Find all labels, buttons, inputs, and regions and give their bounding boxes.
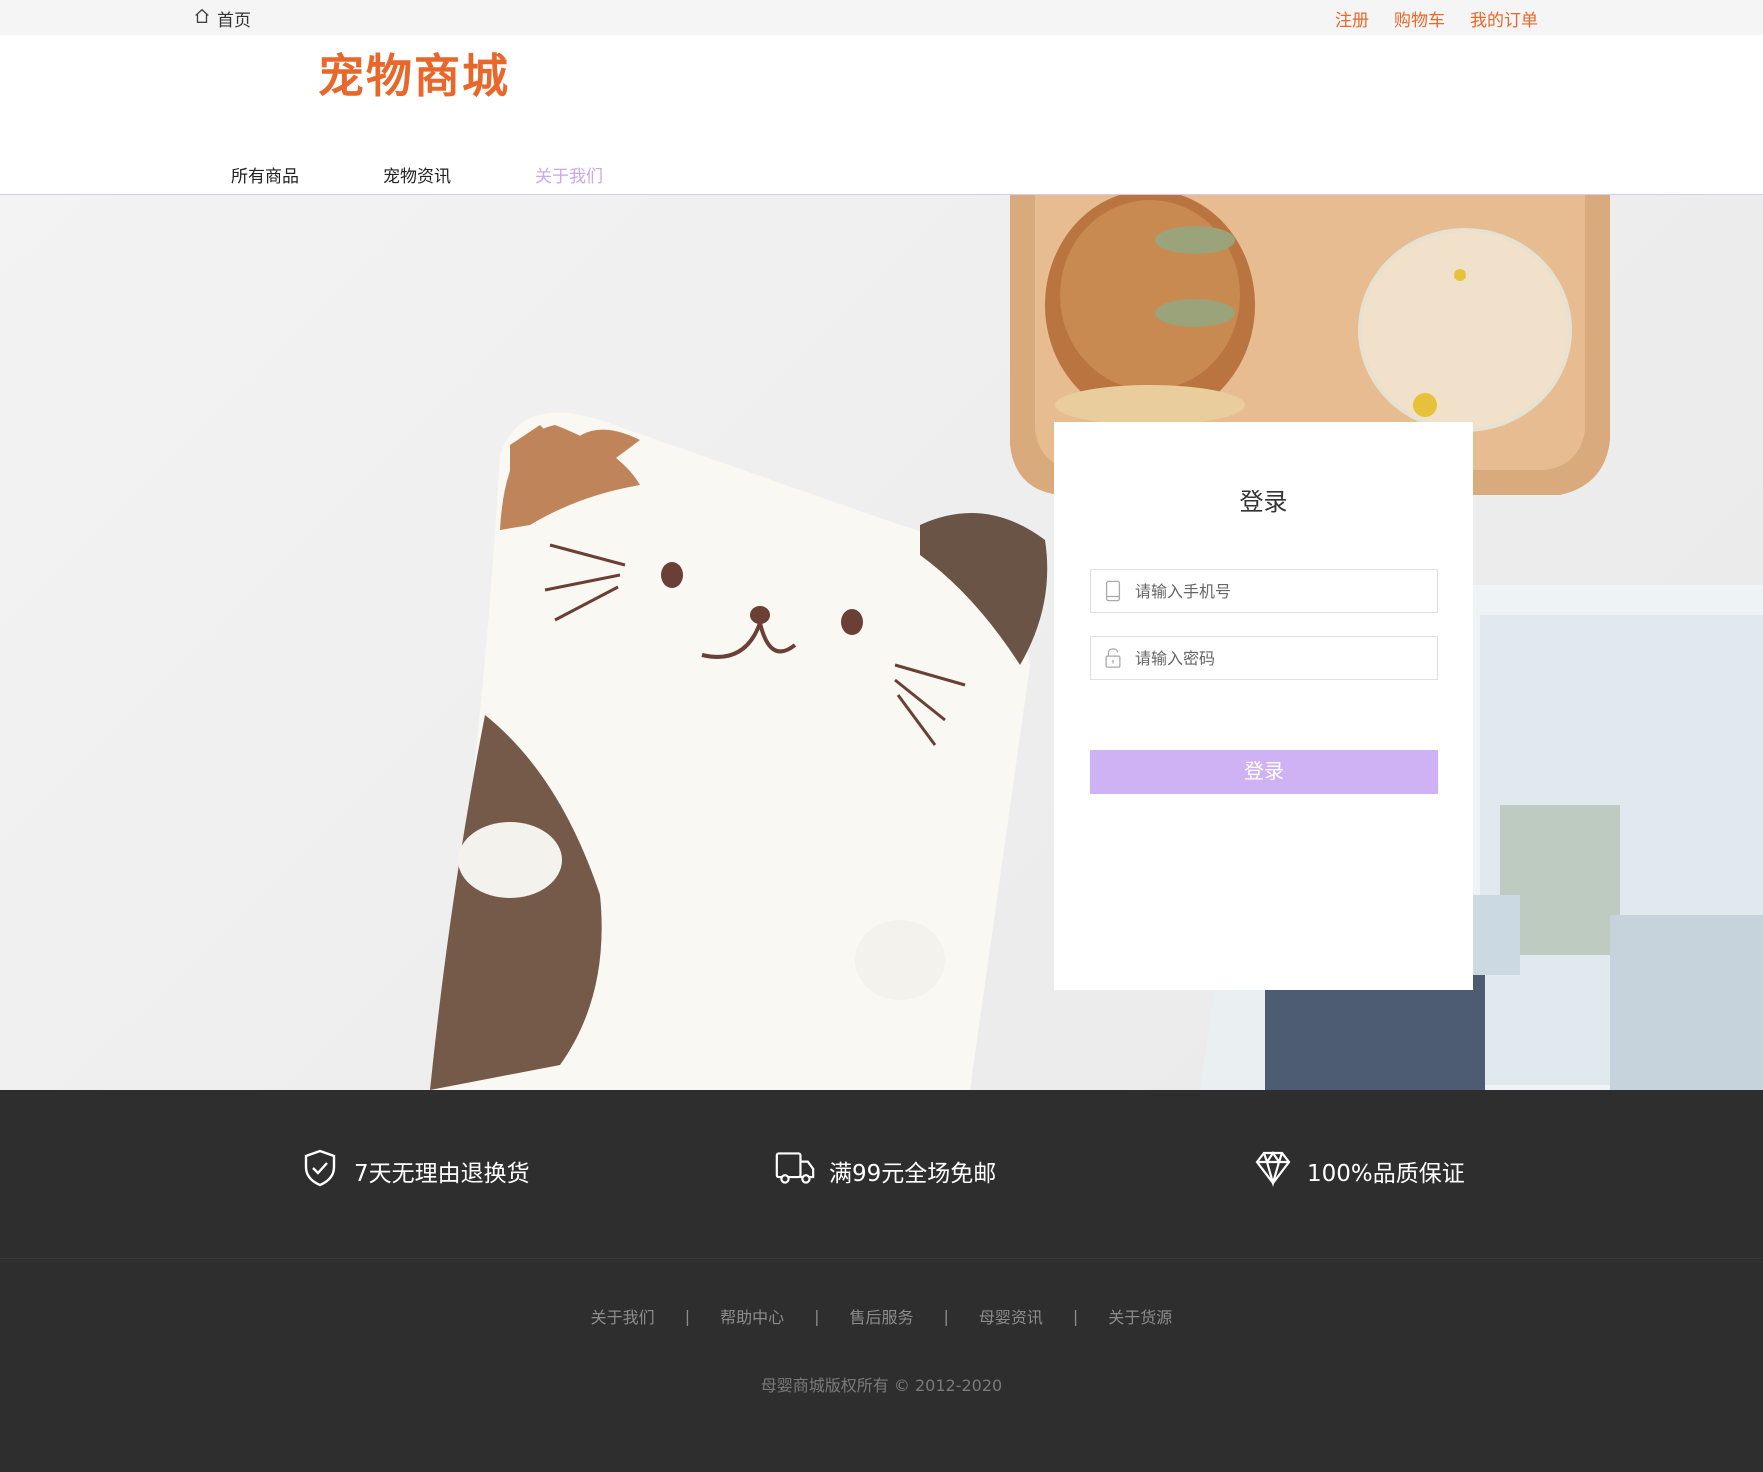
login-card: 登录 登录 [1054, 422, 1473, 990]
nav-item-all-products[interactable]: 所有商品 [231, 162, 299, 187]
footer-link-baby-news[interactable]: 母婴资讯 [979, 1304, 1043, 1328]
nav-item-pet-news[interactable]: 宠物资讯 [383, 162, 451, 187]
footer-divider [0, 1258, 1763, 1259]
diamond-icon [1253, 1148, 1293, 1194]
site-logo[interactable]: 宠物商城 [318, 40, 510, 106]
top-bar: 首页 注册 购物车 我的订单 [0, 0, 1763, 35]
my-orders-link[interactable]: 我的订单 [1470, 6, 1538, 31]
feature-shipping-label: 满99元全场免邮 [829, 1161, 997, 1187]
lock-icon [1091, 637, 1135, 679]
footer-separator: | [814, 1306, 820, 1326]
nav-item-about-us[interactable]: 关于我们 [535, 162, 603, 187]
footer-links: 关于我们 | 帮助中心 | 售后服务 | 母婴资讯 | 关于货源 [0, 1304, 1763, 1328]
register-link[interactable]: 注册 [1335, 6, 1369, 31]
top-links: 注册 购物车 我的订单 [1335, 6, 1538, 31]
phone-input[interactable] [1135, 571, 1437, 611]
footer-link-after-sales[interactable]: 售后服务 [849, 1304, 913, 1328]
password-field[interactable] [1090, 636, 1438, 680]
shield-check-icon [300, 1148, 340, 1194]
home-label: 首页 [217, 11, 251, 31]
copyright: 母婴商城版权所有 © 2012-2020 [760, 1376, 1003, 1395]
feature-return-label: 7天无理由退换货 [354, 1161, 530, 1187]
footer-separator: | [1072, 1306, 1079, 1326]
footer-link-about[interactable]: 关于我们 [591, 1304, 655, 1328]
footer-separator: | [684, 1306, 691, 1326]
hero-banner [0, 195, 1763, 1090]
feature-quality: 100%品质保证 [1253, 1148, 1465, 1194]
feature-free-shipping: 满99元全场免邮 [775, 1148, 996, 1194]
main-nav: 所有商品 宠物资讯 关于我们 [0, 150, 1763, 195]
footer: 7天无理由退换货 满99元全场免邮 100%品质保证 关于我们 | 帮助中心 |… [0, 1090, 1763, 1472]
home-link[interactable]: 首页 [193, 6, 251, 31]
password-input[interactable] [1135, 638, 1437, 678]
feature-quality-label: 100%品质保证 [1307, 1161, 1465, 1187]
cart-link[interactable]: 购物车 [1394, 6, 1445, 31]
truck-icon [775, 1148, 815, 1194]
login-title: 登录 [1239, 488, 1288, 516]
footer-link-help[interactable]: 帮助中心 [720, 1304, 784, 1328]
mobile-phone-icon [1091, 570, 1135, 612]
footer-separator: | [943, 1306, 949, 1326]
phone-field[interactable] [1090, 569, 1438, 613]
hero-photo-plush-cat [430, 195, 1763, 1090]
feature-return-policy: 7天无理由退换货 [300, 1148, 530, 1194]
login-submit-button[interactable]: 登录 [1090, 750, 1438, 794]
home-icon [193, 7, 211, 30]
footer-link-sources[interactable]: 关于货源 [1108, 1304, 1172, 1328]
